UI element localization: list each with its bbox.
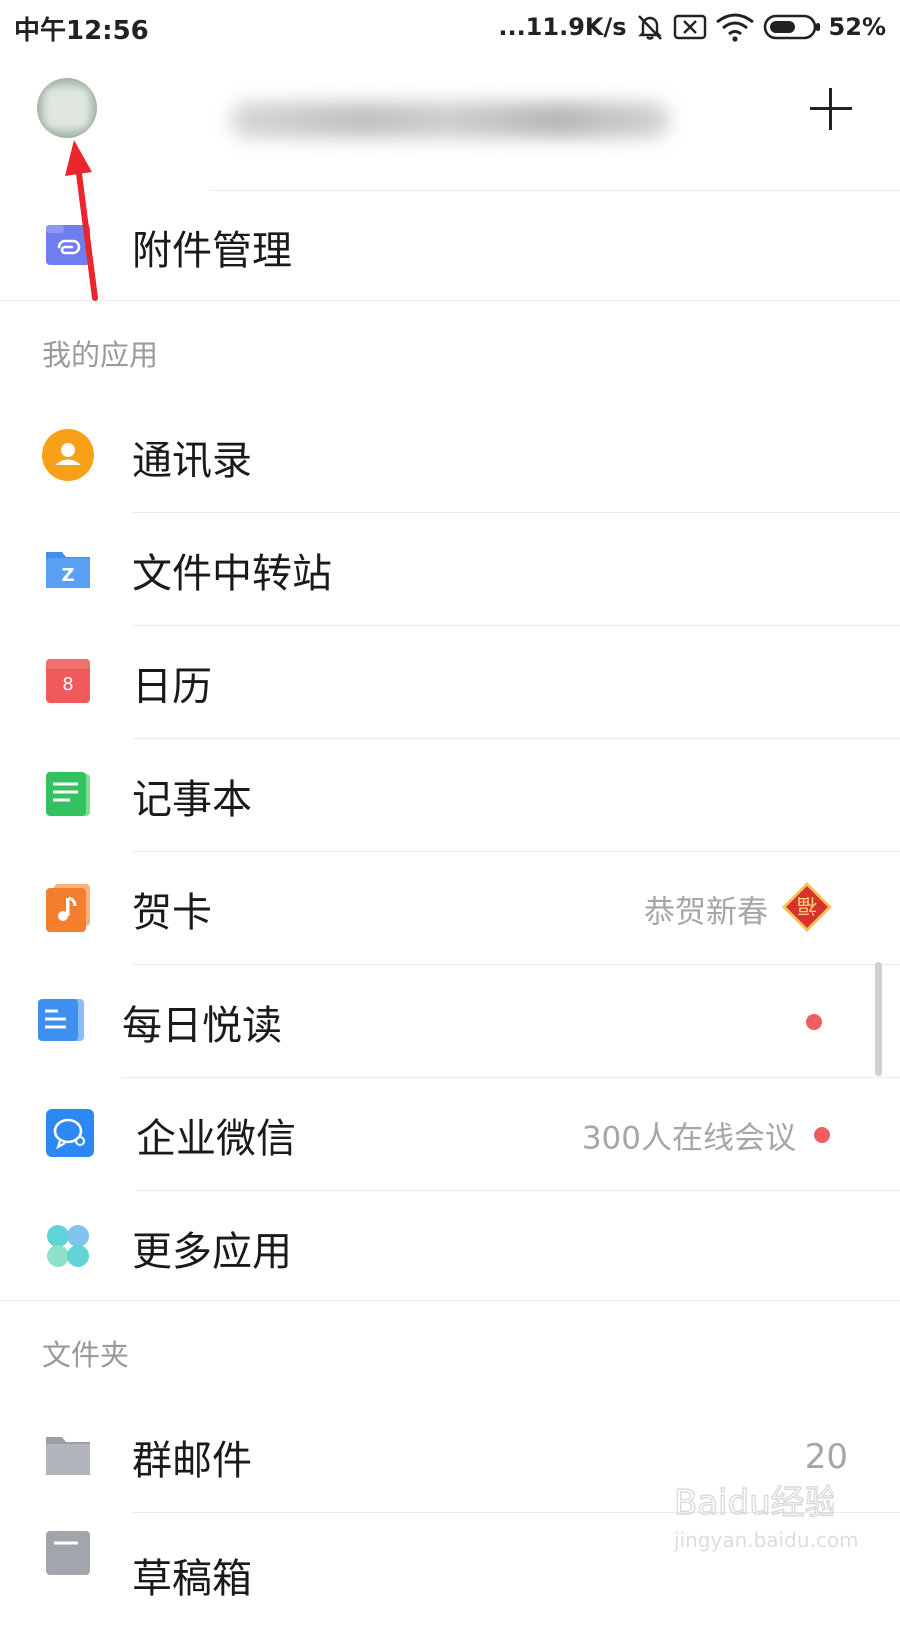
app-item-more-apps[interactable]: 更多应用 <box>0 1191 900 1304</box>
greeting-card-hint: 恭贺新春 <box>644 894 768 930</box>
app-item-label: 记事本 <box>132 776 252 823</box>
daily-reading-icon <box>36 997 86 1047</box>
notepad-icon <box>44 770 92 822</box>
folder-count: 20 <box>804 1436 848 1477</box>
greeting-card-icon <box>44 882 92 936</box>
baidu-watermark: Baidu经验 jingyan.baidu.com <box>673 1472 858 1562</box>
app-item-label: 企业微信 <box>136 1115 296 1162</box>
sim-off-icon <box>673 13 707 41</box>
app-item-calendar[interactable]: 8 日历 <box>0 626 900 739</box>
new-dot <box>814 1126 830 1143</box>
more-apps-icon <box>44 1222 92 1274</box>
app-item-notepad[interactable]: 记事本 <box>0 739 900 852</box>
svg-text:福: 福 <box>797 894 817 918</box>
drafts-icon <box>44 1529 92 1581</box>
account-email-blurred[interactable] <box>210 80 690 180</box>
file-transfer-icon: Z <box>44 544 92 596</box>
status-time: 中午12:56 <box>14 16 149 46</box>
status-indicators: ...11.9K/s 52% <box>498 8 886 46</box>
battery-icon <box>763 13 821 41</box>
folder-icon <box>44 1433 92 1481</box>
app-item-label: 贺卡 <box>132 889 212 936</box>
battery-percent: 52% <box>828 13 886 41</box>
app-item-file-transfer[interactable]: Z 文件中转站 <box>0 513 900 626</box>
add-button[interactable] <box>810 88 852 130</box>
app-item-label: 通讯录 <box>132 437 252 484</box>
status-bar: 中午12:56 ...11.9K/s 52% <box>0 0 900 56</box>
fu-badge-icon: 福 <box>780 880 834 938</box>
new-dot <box>806 1013 822 1030</box>
app-item-contacts[interactable]: 通讯录 <box>0 400 900 513</box>
folder-item-label: 群邮件 <box>132 1437 252 1484</box>
app-item-label: 日历 <box>132 663 212 710</box>
network-speed: ...11.9K/s <box>498 13 627 41</box>
app-item-label: 每日悦读 <box>122 1002 282 1049</box>
wifi-icon <box>715 12 755 42</box>
app-item-greeting-card[interactable]: 贺卡 恭贺新春 福 <box>0 852 900 965</box>
svg-text:Z: Z <box>61 565 74 586</box>
app-item-wecom[interactable]: 企业微信 300人在线会议 <box>0 1078 900 1191</box>
calendar-icon-text: 8 <box>62 674 73 695</box>
watermark-url: jingyan.baidu.com <box>674 1528 859 1552</box>
scrollbar[interactable] <box>875 962 882 1076</box>
attachment-manager-label: 附件管理 <box>132 227 292 274</box>
mute-icon <box>635 12 665 42</box>
section-divider <box>0 1300 900 1301</box>
section-title-folders: 文件夹 <box>42 1338 130 1372</box>
wecom-hint: 300人在线会议 <box>581 1120 796 1156</box>
folder-item-label: 草稿箱 <box>132 1556 252 1602</box>
app-item-daily-reading[interactable]: 每日悦读 <box>0 965 900 1078</box>
wecom-icon <box>46 1108 94 1161</box>
section-divider <box>0 300 900 301</box>
attachment-manager-row[interactable]: 附件管理 <box>0 190 900 303</box>
calendar-icon: 8 <box>44 657 92 709</box>
annotation-arrow <box>60 138 110 307</box>
contacts-icon <box>41 428 95 486</box>
app-item-label: 文件中转站 <box>132 550 332 597</box>
section-title-my-apps: 我的应用 <box>42 338 159 372</box>
avatar[interactable] <box>37 78 97 138</box>
watermark-logo-text: Baidu经验 <box>674 1483 834 1523</box>
account-header <box>0 56 900 190</box>
app-item-label: 更多应用 <box>132 1228 292 1275</box>
